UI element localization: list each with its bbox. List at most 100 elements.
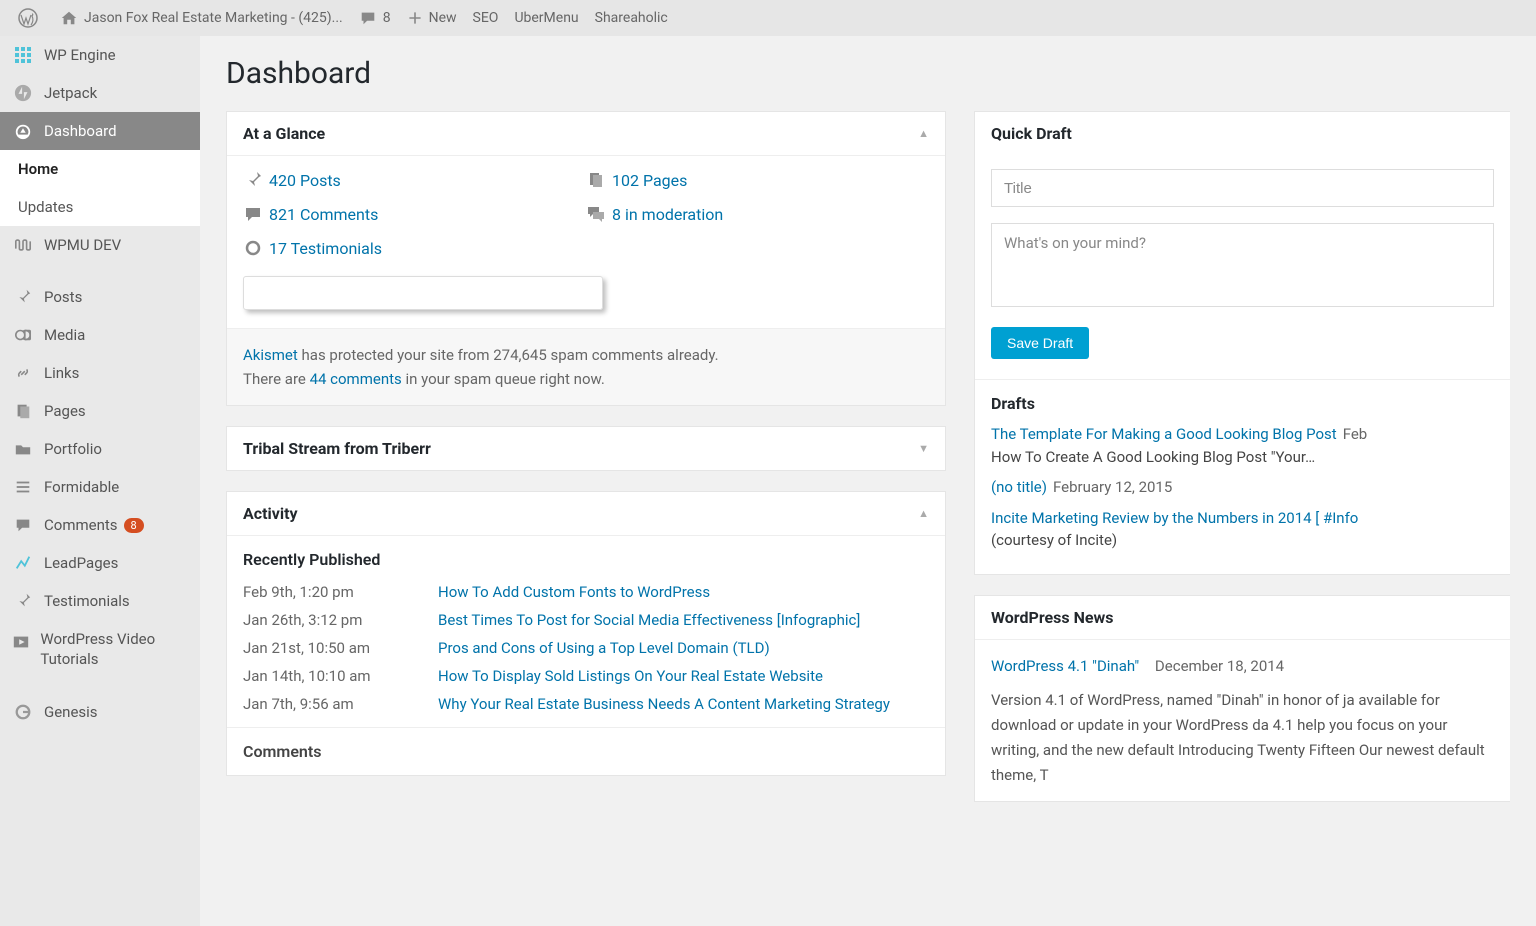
activity-link[interactable]: Best Times To Post for Social Media Effe… (438, 611, 860, 629)
sidebar-label: Dashboard (44, 122, 117, 140)
glance-comments[interactable]: 821 Comments (243, 204, 586, 224)
wp-logo[interactable] (10, 0, 52, 36)
activity-row: Feb 9th, 1:20 pm How To Add Custom Fonts… (243, 583, 929, 601)
activity-link[interactable]: Pros and Cons of Using a Top Level Domai… (438, 639, 770, 657)
wpmu-icon (12, 236, 34, 254)
activity-row: Jan 7th, 9:56 am Why Your Real Estate Bu… (243, 695, 929, 713)
site-link[interactable]: Jason Fox Real Estate Marketing - (425).… (52, 0, 351, 36)
draft-link[interactable]: The Template For Making a Good Looking B… (991, 425, 1337, 443)
activity-row: Jan 14th, 10:10 am How To Display Sold L… (243, 667, 929, 685)
home-icon (60, 9, 78, 27)
portfolio-icon (12, 440, 34, 458)
sidebar-item-video-tutorials[interactable]: WordPress Video Tutorials (0, 620, 200, 679)
sidebar-item-dashboard[interactable]: Dashboard (0, 112, 200, 150)
collapse-toggle[interactable]: ▲ (918, 127, 929, 140)
leadpages-icon (12, 554, 34, 572)
pin-icon (12, 592, 34, 610)
activity-date: Feb 9th, 1:20 pm (243, 583, 438, 601)
sidebar-item-portfolio[interactable]: Portfolio (0, 430, 200, 468)
draft-link[interactable]: Incite Marketing Review by the Numbers i… (991, 509, 1358, 527)
sidebar-subitem-updates[interactable]: Updates (0, 188, 200, 226)
sidebar-label: WPMU DEV (44, 236, 121, 254)
akismet-link[interactable]: Akismet (243, 346, 298, 364)
activity-date: Jan 7th, 9:56 am (243, 695, 438, 713)
media-icon (12, 326, 34, 344)
sidebar-item-media[interactable]: Media (0, 316, 200, 354)
glance-pages[interactable]: 102 Pages (586, 170, 929, 190)
news-headline-link[interactable]: WordPress 4.1 "Dinah" (991, 657, 1139, 675)
draft-excerpt: How To Create A Good Looking Blog Post "… (991, 446, 1494, 469)
sidebar-item-wpmudev[interactable]: WPMU DEV (0, 226, 200, 264)
news-title: WordPress News (991, 608, 1113, 627)
sidebar-label: WordPress Video Tutorials (40, 630, 188, 669)
draft-content-input[interactable] (991, 223, 1494, 307)
sidebar-item-formidable[interactable]: Formidable (0, 468, 200, 506)
adminbar-shareaholic[interactable]: Shareaholic (587, 0, 676, 36)
expand-toggle[interactable]: ▼ (918, 442, 929, 455)
adminbar-seo[interactable]: SEO (465, 0, 507, 36)
sidebar-label: Testimonials (44, 592, 130, 610)
wordpress-icon (18, 8, 38, 28)
sidebar-label: Media (44, 326, 85, 344)
moderation-icon (586, 204, 612, 224)
page-title: Dashboard (226, 56, 1510, 91)
comments-badge: 8 (124, 518, 144, 533)
sidebar-item-pages[interactable]: Pages (0, 392, 200, 430)
pages-icon (12, 402, 34, 420)
dashboard-icon (12, 122, 34, 140)
admin-sidebar: WP Engine Jetpack Dashboard Home Updates… (0, 36, 200, 926)
draft-item: The Template For Making a Good Looking B… (991, 423, 1494, 468)
main-content: Dashboard At a Glance ▲ 420 Pos (200, 36, 1536, 926)
glance-moderation[interactable]: 8 in moderation (586, 204, 929, 224)
activity-comments-title: Comments (227, 727, 945, 775)
pin-icon (12, 288, 34, 306)
activity-date: Jan 26th, 3:12 pm (243, 611, 438, 629)
adminbar-comments[interactable]: 8 (351, 0, 399, 36)
sidebar-label: Links (44, 364, 79, 382)
genesis-icon (12, 703, 34, 721)
sidebar-item-comments[interactable]: Comments 8 (0, 506, 200, 544)
sidebar-label: WP Engine (44, 46, 116, 64)
at-a-glance-box: At a Glance ▲ 420 Posts (226, 111, 946, 406)
admin-bar: Jason Fox Real Estate Marketing - (425).… (0, 0, 1536, 36)
adminbar-ubermenu[interactable]: UberMenu (506, 0, 586, 36)
sidebar-item-leadpages[interactable]: LeadPages (0, 544, 200, 582)
glance-search-box[interactable] (243, 276, 603, 310)
draft-link[interactable]: (no title) (991, 478, 1047, 496)
formidable-icon (12, 478, 34, 496)
sidebar-label: LeadPages (44, 554, 118, 572)
collapse-toggle[interactable]: ▲ (918, 507, 929, 520)
pin-icon (243, 170, 269, 190)
sidebar-subitem-home[interactable]: Home (0, 150, 200, 188)
sidebar-label: Formidable (44, 478, 119, 496)
sidebar-item-links[interactable]: Links (0, 354, 200, 392)
sidebar-item-testimonials[interactable]: Testimonials (0, 582, 200, 620)
draft-excerpt: (courtesy of Incite) (991, 529, 1494, 552)
glance-posts[interactable]: 420 Posts (243, 170, 586, 190)
sidebar-item-posts[interactable]: Posts (0, 278, 200, 316)
glance-testimonials[interactable]: 17 Testimonials (243, 238, 586, 258)
sidebar-item-genesis[interactable]: Genesis (0, 693, 200, 731)
video-icon (12, 633, 30, 651)
recently-published-title: Recently Published (243, 550, 929, 569)
site-title: Jason Fox Real Estate Marketing - (425).… (84, 10, 343, 26)
tribal-title: Tribal Stream from Triberr (243, 439, 431, 458)
activity-row: Jan 26th, 3:12 pm Best Times To Post for… (243, 611, 929, 629)
spam-queue-link[interactable]: 44 comments (310, 370, 402, 388)
adminbar-new[interactable]: New (399, 0, 465, 36)
save-draft-button[interactable]: Save Draft (991, 327, 1089, 359)
at-a-glance-title: At a Glance (243, 124, 325, 143)
draft-title-input[interactable] (991, 169, 1494, 207)
akismet-notice: Akismet has protected your site from 274… (227, 328, 945, 405)
draft-item: (no title)February 12, 2015 (991, 476, 1494, 499)
activity-link[interactable]: How To Display Sold Listings On Your Rea… (438, 667, 823, 685)
wpengine-icon (12, 46, 34, 64)
draft-item: Incite Marketing Review by the Numbers i… (991, 507, 1494, 552)
comment-icon (243, 204, 269, 224)
sidebar-label: Portfolio (44, 440, 102, 458)
sidebar-item-wpengine[interactable]: WP Engine (0, 36, 200, 74)
sidebar-item-jetpack[interactable]: Jetpack (0, 74, 200, 112)
pages-icon (586, 170, 612, 190)
activity-link[interactable]: How To Add Custom Fonts to WordPress (438, 583, 710, 601)
activity-link[interactable]: Why Your Real Estate Business Needs A Co… (438, 695, 890, 713)
